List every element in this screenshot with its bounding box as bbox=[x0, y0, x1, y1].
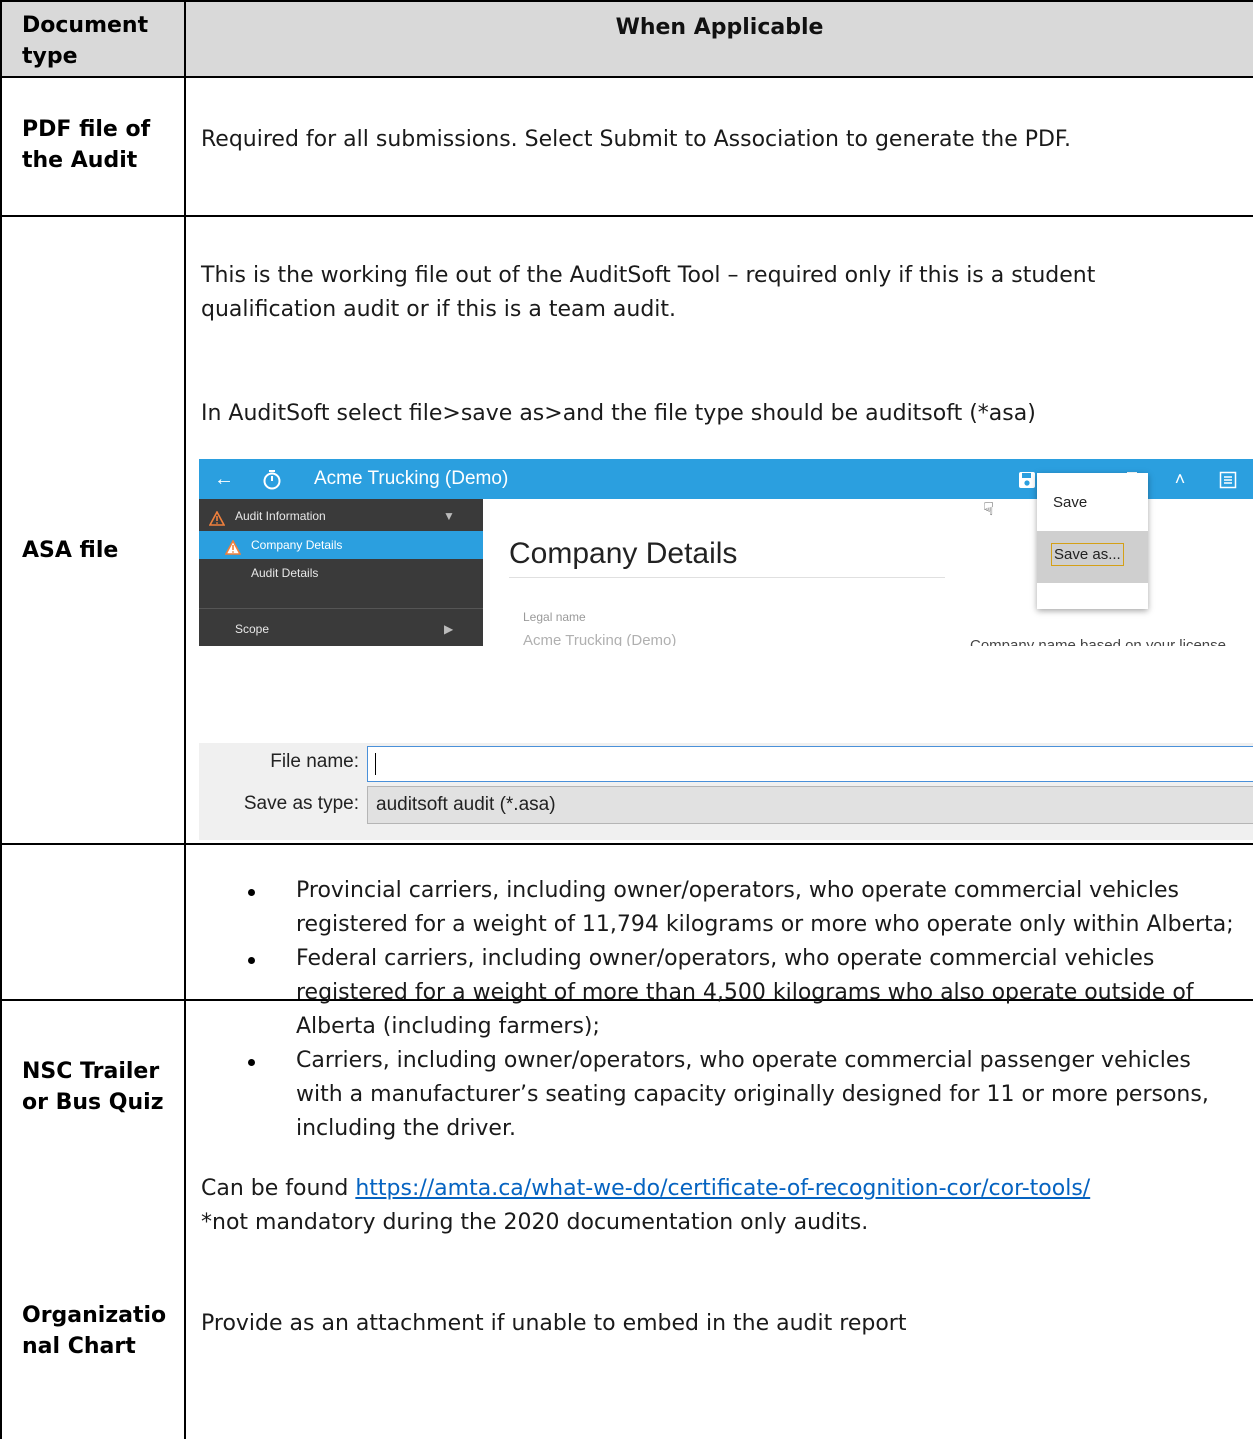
row-text-asa-2: In AuditSoft select file>save as>and the… bbox=[201, 401, 1036, 426]
text-caret bbox=[375, 753, 376, 775]
app-title: Acme Trucking (Demo) bbox=[314, 468, 509, 489]
row-text-org-chart: Provide as an attachment if unable to em… bbox=[201, 1311, 907, 1336]
list-item: Carriers, including owner/operators, who… bbox=[200, 1044, 1240, 1146]
nsc-bullet-list: Provincial carriers, including owner/ope… bbox=[200, 874, 1240, 1146]
row-label-org-chart: Organizatio nal Chart bbox=[22, 1303, 167, 1359]
row-label-nsc: NSC Trailer or Bus Quiz bbox=[22, 1059, 164, 1115]
auditsoft-screenshot: ← Acme Trucking (Demo) ▼ ˄ Audit Informa… bbox=[199, 459, 1253, 646]
chevron-right-icon: ▶ bbox=[444, 622, 454, 636]
cor-tools-link[interactable]: https://amta.ca/what-we-do/certificate-o… bbox=[355, 1176, 1090, 1201]
row-text-pdf: Required for all submissions. Select Sub… bbox=[201, 127, 1072, 152]
row-divider bbox=[0, 843, 1253, 845]
table-border-left bbox=[0, 0, 2, 1439]
nsc-note: *not mandatory during the 2020 documenta… bbox=[201, 1210, 869, 1235]
company-name-note: Company name based on your license bbox=[970, 637, 1226, 646]
table-border-top bbox=[0, 0, 1253, 2]
app-sidebar: Audit Information ▼ Company Details Audi… bbox=[199, 499, 483, 646]
menu-item-save-as[interactable]: Save as... bbox=[1037, 531, 1148, 583]
sidebar-item-label: Scope bbox=[235, 622, 270, 636]
sidebar-item-scope[interactable]: Scope ▶ bbox=[199, 615, 483, 643]
bullet-icon bbox=[248, 1059, 255, 1066]
row-divider bbox=[0, 76, 1253, 78]
row-label-asa: ASA file bbox=[22, 538, 119, 563]
row-divider bbox=[0, 215, 1253, 217]
header-document-type: Document type bbox=[22, 13, 149, 69]
file-name-input[interactable] bbox=[367, 746, 1253, 782]
save-type-label: Save as type: bbox=[243, 793, 359, 814]
list-item: Provincial carriers, including owner/ope… bbox=[200, 874, 1240, 942]
save-menu: Save Save as... bbox=[1037, 473, 1148, 609]
sidebar-item-audit-information[interactable]: Audit Information ▼ bbox=[199, 502, 483, 530]
save-icon[interactable] bbox=[1015, 459, 1039, 499]
legal-name-value: Acme Trucking (Demo) bbox=[523, 632, 677, 646]
sidebar-item-company-details[interactable]: Company Details bbox=[199, 531, 483, 559]
sidebar-item-label: Company Details bbox=[251, 538, 343, 552]
file-name-label: File name: bbox=[270, 751, 359, 772]
sidebar-item-label: Audit Details bbox=[251, 566, 319, 580]
header-when-applicable: When Applicable bbox=[615, 15, 824, 40]
menu-item-save[interactable]: Save bbox=[1037, 479, 1148, 531]
sidebar-item-audit-details[interactable]: Audit Details bbox=[199, 559, 483, 587]
column-divider bbox=[184, 0, 186, 1439]
page-title: Company Details bbox=[509, 537, 738, 570]
back-arrow-icon[interactable]: ← bbox=[209, 459, 239, 499]
upload-icon[interactable]: ˄ bbox=[1167, 459, 1193, 499]
list-item: Federal carriers, including owner/operat… bbox=[200, 942, 1240, 1044]
sidebar-divider bbox=[199, 608, 483, 609]
nsc-found-line: Can be found https://amta.ca/what-we-do/… bbox=[201, 1176, 1091, 1235]
timer-icon[interactable] bbox=[257, 459, 287, 499]
chevron-down-icon: ▼ bbox=[443, 509, 455, 523]
save-type-select[interactable]: auditsoft audit (*.asa) bbox=[367, 786, 1253, 824]
save-file-dialog: File name: Save as type: auditsoft audit… bbox=[199, 743, 1253, 840]
list-icon[interactable] bbox=[1215, 459, 1241, 499]
hand-cursor-icon: ☟ bbox=[983, 499, 994, 519]
legal-name-label: Legal name bbox=[523, 610, 586, 624]
sidebar-item-label: Audit Information bbox=[235, 509, 326, 523]
bullet-icon bbox=[248, 957, 255, 964]
bullet-icon bbox=[248, 889, 255, 896]
row-text-asa-1: This is the working file out of the Audi… bbox=[201, 263, 1096, 322]
row-label-pdf: PDF file of the Audit bbox=[22, 117, 151, 173]
